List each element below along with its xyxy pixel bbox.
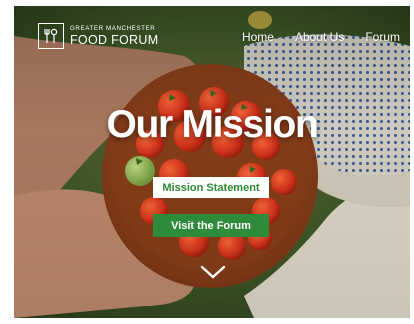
visit-forum-button[interactable]: Visit the Forum	[153, 214, 269, 237]
main-nav: Home About Us Forum	[242, 30, 400, 44]
nav-home[interactable]: Home	[242, 30, 274, 44]
page-title: Our Mission	[106, 103, 318, 146]
chevron-down-icon[interactable]	[199, 264, 227, 280]
mission-statement-button[interactable]: Mission Statement	[153, 177, 269, 198]
nav-about-us[interactable]: About Us	[295, 30, 344, 44]
logo-fork-icon	[38, 23, 64, 49]
nav-forum[interactable]: Forum	[365, 30, 400, 44]
logo-title: Food Forum	[70, 32, 159, 47]
site-logo[interactable]: Greater Manchester Food Forum	[38, 23, 158, 49]
logo-tagline: Greater Manchester	[70, 24, 156, 32]
hero-section: Greater Manchester Food Forum Home About…	[14, 6, 410, 318]
